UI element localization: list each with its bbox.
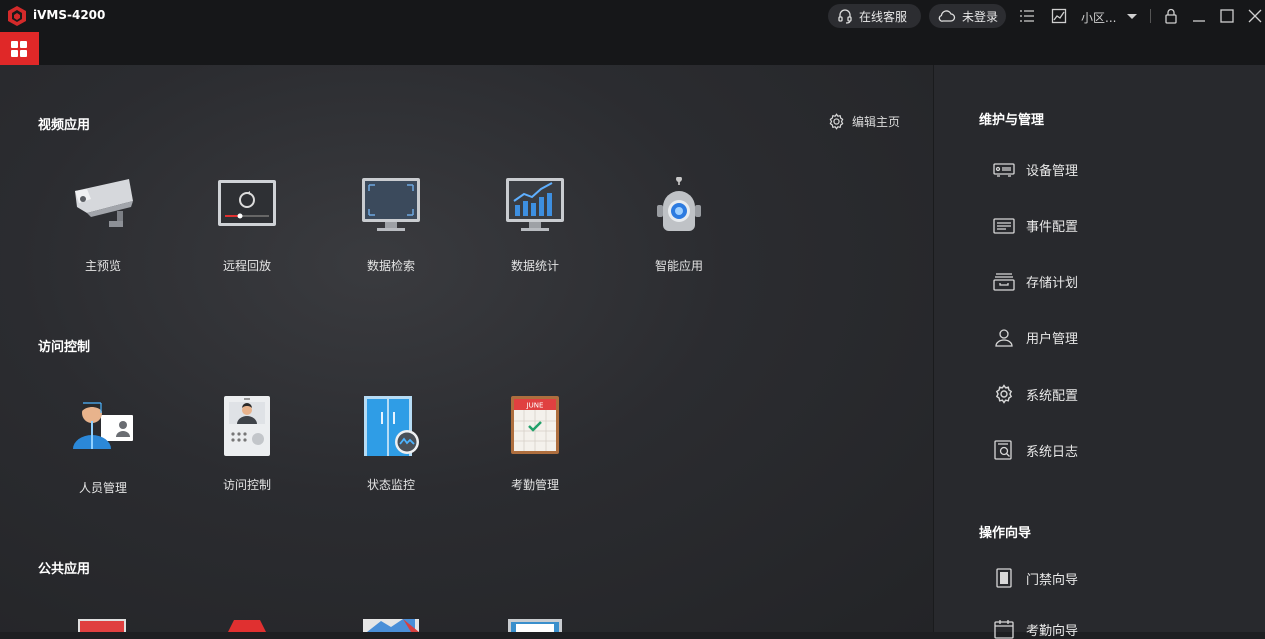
access-wizard-item[interactable]: 门禁向导 bbox=[993, 568, 1078, 588]
tab-bar bbox=[0, 32, 1265, 65]
section-title-video: 视频应用 bbox=[38, 118, 91, 133]
lock-icon[interactable] bbox=[1163, 8, 1179, 24]
app-label: 主预览 bbox=[84, 259, 121, 273]
app-remote-playback[interactable]: 远程回放 bbox=[187, 177, 307, 277]
app-label: 智能应用 bbox=[654, 259, 703, 273]
intercom-icon bbox=[224, 396, 270, 456]
app-label: 数据统计 bbox=[510, 259, 559, 273]
calendar-icon bbox=[994, 620, 1014, 639]
item-label: 用户管理 bbox=[1026, 332, 1079, 347]
robot-icon bbox=[657, 177, 701, 231]
app-data-statistics[interactable]: 数据统计 bbox=[475, 177, 595, 277]
app-attendance-management[interactable]: JUNE 考勤管理 bbox=[475, 396, 595, 496]
login-status-button[interactable]: 未登录 bbox=[929, 4, 1006, 28]
system-config-item[interactable]: 系统配置 bbox=[993, 384, 1078, 404]
app-label: 数据检索 bbox=[366, 259, 415, 273]
app-label: 远程回放 bbox=[222, 259, 271, 273]
login-status-label: 未登录 bbox=[962, 9, 999, 24]
section-title-public: 公共应用 bbox=[38, 562, 91, 577]
calendar-month-label: JUNE bbox=[526, 402, 544, 410]
device-icon bbox=[993, 162, 1015, 177]
app-title: iVMS-4200 bbox=[33, 8, 106, 22]
online-service-label: 在线客服 bbox=[859, 9, 908, 24]
app-status-monitor[interactable]: 状态监控 bbox=[331, 396, 451, 496]
item-label: 门禁向导 bbox=[1026, 572, 1079, 588]
event-config-item[interactable]: 事件配置 bbox=[993, 216, 1078, 235]
section-title-access: 访问控制 bbox=[38, 340, 91, 355]
attendance-wizard-item[interactable]: 考勤向导 bbox=[993, 619, 1078, 639]
cloud-icon bbox=[938, 10, 956, 22]
public-app-icon-1[interactable] bbox=[78, 619, 126, 632]
app-main-preview[interactable]: 主预览 bbox=[43, 177, 163, 277]
user-icon bbox=[995, 328, 1013, 347]
bar-chart-icon bbox=[506, 178, 564, 231]
item-label: 设备管理 bbox=[1026, 164, 1079, 179]
user-menu-label[interactable]: 小区... bbox=[1081, 9, 1116, 26]
edit-home-label: 编辑主页 bbox=[852, 115, 901, 129]
headset-icon bbox=[838, 9, 852, 24]
item-label: 存储计划 bbox=[1026, 276, 1079, 291]
monitor-search-icon bbox=[362, 178, 420, 231]
app-person-management[interactable]: 人员管理 bbox=[43, 399, 163, 499]
event-icon bbox=[993, 217, 1015, 234]
public-app-icon-3[interactable] bbox=[363, 619, 419, 632]
public-app-icon-2[interactable] bbox=[228, 620, 266, 632]
log-icon bbox=[994, 440, 1012, 460]
online-service-button[interactable]: 在线客服 bbox=[828, 4, 921, 28]
system-log-item[interactable]: 系统日志 bbox=[993, 440, 1078, 460]
grid-icon bbox=[11, 41, 18, 48]
list-icon[interactable] bbox=[1019, 8, 1035, 24]
user-management-item[interactable]: 用户管理 bbox=[993, 328, 1078, 347]
device-management-item[interactable]: 设备管理 bbox=[993, 160, 1078, 179]
item-label: 系统配置 bbox=[1026, 388, 1079, 404]
storage-icon bbox=[993, 272, 1015, 291]
title-bar bbox=[0, 0, 1265, 32]
app-smart-application[interactable]: 智能应用 bbox=[619, 177, 739, 277]
item-label: 事件配置 bbox=[1026, 220, 1079, 235]
chevron-down-icon[interactable] bbox=[1124, 8, 1140, 24]
maximize-icon[interactable] bbox=[1219, 8, 1235, 24]
item-label: 系统日志 bbox=[1026, 444, 1079, 460]
app-label: 状态监控 bbox=[366, 478, 415, 492]
app-access-control[interactable]: 访问控制 bbox=[187, 396, 307, 496]
door-icon bbox=[996, 568, 1012, 588]
right-panel bbox=[933, 65, 1265, 632]
gear-icon bbox=[995, 384, 1013, 404]
item-label: 考勤向导 bbox=[1026, 623, 1079, 639]
app-label: 考勤管理 bbox=[510, 478, 559, 492]
calendar-icon: JUNE bbox=[511, 396, 559, 454]
app-data-search[interactable]: 数据检索 bbox=[331, 177, 451, 277]
app-label: 访问控制 bbox=[222, 478, 271, 492]
public-app-icon-4[interactable] bbox=[508, 619, 562, 632]
chart-icon[interactable] bbox=[1051, 8, 1067, 24]
door-monitor-icon bbox=[364, 396, 419, 456]
main-area bbox=[0, 65, 933, 632]
minimize-icon[interactable] bbox=[1191, 8, 1207, 24]
storage-schedule-item[interactable]: 存储计划 bbox=[993, 272, 1078, 291]
home-tab[interactable] bbox=[0, 32, 39, 65]
app-label: 人员管理 bbox=[78, 481, 127, 495]
divider bbox=[1150, 9, 1151, 23]
gear-icon bbox=[829, 113, 844, 130]
playback-icon bbox=[218, 180, 276, 226]
wizard-title: 操作向导 bbox=[979, 526, 1032, 541]
edit-home-button[interactable]: 编辑主页 bbox=[828, 113, 900, 130]
close-icon[interactable] bbox=[1247, 8, 1263, 24]
person-card-icon bbox=[73, 401, 133, 449]
camera-icon bbox=[75, 179, 133, 227]
app-logo-icon bbox=[8, 6, 26, 26]
maintenance-title: 维护与管理 bbox=[979, 113, 1045, 128]
